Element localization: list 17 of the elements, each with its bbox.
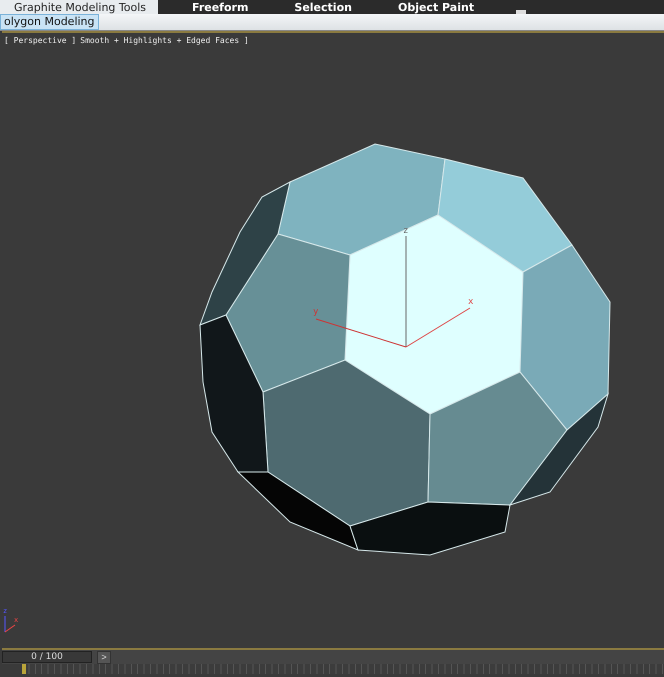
time-slider-thumb[interactable]: 0 / 100 — [2, 651, 92, 663]
ribbon-tab[interactable]: Object Paint — [384, 0, 486, 14]
axis-label: x — [468, 297, 474, 307]
next-frame-button[interactable]: > — [97, 650, 111, 664]
viewport-label[interactable]: Smooth + Highlights + Edged Faces ] — [80, 36, 249, 45]
dropdown-icon[interactable] — [516, 10, 526, 14]
axis-label: y — [313, 307, 318, 317]
gizmo-axis-line[interactable] — [406, 308, 470, 348]
timeline-marker[interactable] — [22, 664, 26, 674]
gizmo-axis-line[interactable] — [316, 318, 406, 348]
ribbon-tab[interactable]: Graphite Modeling Tools — [0, 0, 158, 14]
panel-tab[interactable]: olygon Modeling — [0, 14, 99, 30]
ribbon-tab[interactable]: Freeform — [178, 0, 260, 14]
timeline-track[interactable] — [22, 664, 664, 674]
viewport-label[interactable]: [ Perspective ] — [4, 36, 76, 45]
ribbon-tab[interactable]: Selection — [280, 0, 364, 14]
axis-label: z — [403, 226, 408, 236]
